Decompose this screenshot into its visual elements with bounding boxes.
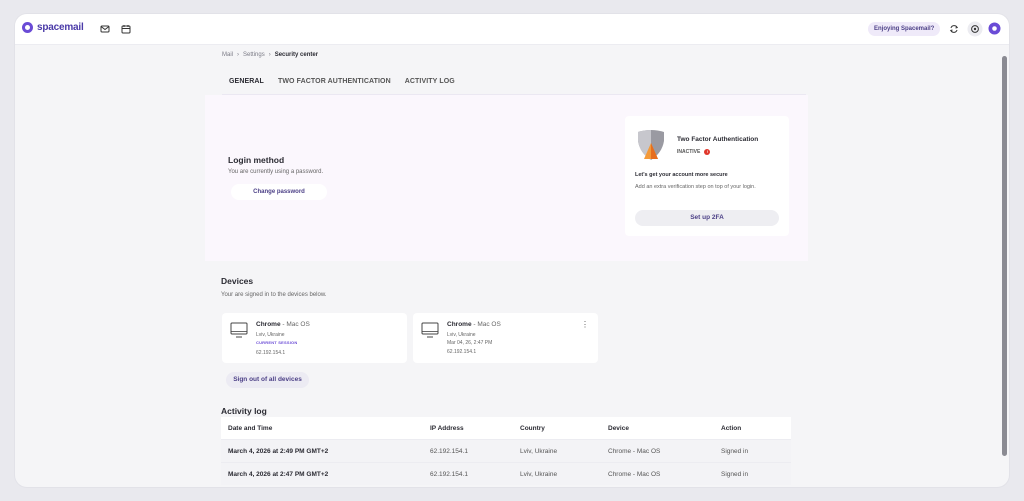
spacemail-logo[interactable]: spacemail: [22, 22, 84, 33]
setup-2fa-button[interactable]: Set up 2FA: [635, 210, 779, 226]
alert-icon: !: [704, 149, 711, 155]
mail-icon[interactable]: [99, 23, 111, 35]
table-cell: 62.192.154.1: [430, 471, 468, 478]
device-name: Chrome - Mac OS: [447, 321, 501, 328]
sign-out-all-devices-button[interactable]: Sign out of all devices: [226, 372, 309, 388]
column-header: Date and Time: [228, 425, 273, 432]
two-factor-status: INACTIVE !: [677, 149, 711, 155]
chevron-right-icon: ›: [237, 52, 240, 58]
breadcrumb: Mail › Settings › Security center: [222, 52, 318, 58]
shield-icon: [638, 130, 664, 160]
device-name: Chrome - Mac OS: [256, 321, 310, 328]
table-cell: March 4, 2026 at 2:47 PM GMT+2: [228, 471, 329, 478]
device-last-active: Mar 04, 26, 2:47 PM: [447, 340, 493, 346]
monitor-icon: [421, 322, 439, 338]
account-avatar-icon[interactable]: [988, 22, 1001, 35]
two-factor-heading: Let's get your account more secure: [635, 172, 728, 178]
enjoying-spacemail-button[interactable]: Enjoying Spacemail?: [868, 22, 941, 36]
table-cell: Chrome - Mac OS: [608, 471, 661, 478]
device-ip: 62.192.154.1: [447, 349, 477, 355]
two-factor-card: Two Factor Authentication INACTIVE ! Let…: [625, 116, 789, 236]
column-header: Device: [608, 425, 629, 432]
table-cell: Chrome - Mac OS: [608, 448, 661, 455]
table-cell: Lviv, Ukraine: [520, 448, 558, 455]
sync-icon[interactable]: [948, 23, 960, 35]
current-session-badge: CURRENT SESSION: [256, 340, 298, 345]
device-location: Lviv, Ukraine: [447, 332, 476, 338]
device-card: Chrome - Mac OS Lviv, Ukraine Mar 04, 26…: [413, 313, 598, 363]
logo-mark-icon: [22, 22, 33, 33]
activity-log-title: Activity log: [221, 406, 267, 416]
breadcrumb-settings[interactable]: Settings: [243, 52, 265, 58]
scrollbar-thumb[interactable]: [1002, 56, 1007, 456]
table-header-row: Date and Time IP Address Country Device …: [221, 417, 791, 439]
column-header: Action: [721, 425, 742, 432]
status-label: INACTIVE: [677, 149, 701, 155]
chevron-right-icon: ›: [268, 52, 271, 58]
two-factor-description: Add an extra verification step on top of…: [635, 184, 756, 190]
column-header: IP Address: [430, 425, 464, 432]
table-row: March 4, 2026 at 2:49 PM GMT+2 62.192.15…: [221, 439, 791, 462]
scrollbar[interactable]: [1002, 44, 1007, 487]
table-cell: Signed in: [721, 471, 749, 478]
settings-gear-icon[interactable]: [967, 21, 983, 37]
calendar-icon[interactable]: [120, 23, 132, 35]
breadcrumb-mail[interactable]: Mail: [222, 52, 233, 58]
table-row: March 4, 2026 at 2:47 PM GMT+2 62.192.15…: [221, 462, 791, 485]
change-password-button[interactable]: Change password: [231, 184, 327, 200]
activity-log-table: Date and Time IP Address Country Device …: [221, 417, 791, 485]
top-bar: spacemail Enjoying Spacemail?: [15, 14, 1009, 45]
device-card: Chrome - Mac OS Lviv, Ukraine CURRENT SE…: [222, 313, 407, 363]
login-method-title: Login method: [228, 155, 285, 165]
device-location: Lviv, Ukraine: [256, 332, 285, 338]
app-window: spacemail Enjoying Spacemail? Mail › Set…: [15, 14, 1009, 487]
more-options-icon[interactable]: ⋮: [581, 321, 589, 329]
table-cell: Lviv, Ukraine: [520, 471, 558, 478]
table-cell: 62.192.154.1: [430, 448, 468, 455]
table-cell: March 4, 2026 at 2:49 PM GMT+2: [228, 448, 329, 455]
column-header: Country: [520, 425, 545, 432]
device-ip: 62.192.154.1: [256, 350, 286, 356]
logo-text: spacemail: [37, 22, 84, 33]
table-cell: Signed in: [721, 448, 749, 455]
monitor-icon: [230, 322, 248, 338]
two-factor-title: Two Factor Authentication: [677, 136, 759, 143]
devices-title: Devices: [221, 276, 254, 286]
devices-subtitle: Your are signed in to the devices below.: [221, 292, 327, 298]
login-method-subtitle: You are currently using a password.: [228, 169, 324, 175]
breadcrumb-current: Security center: [274, 52, 319, 58]
